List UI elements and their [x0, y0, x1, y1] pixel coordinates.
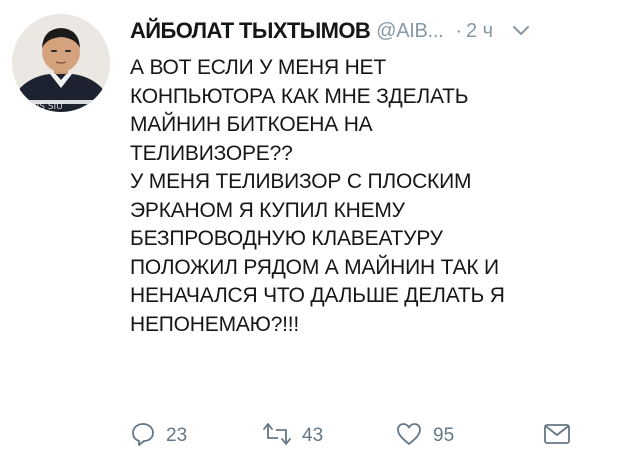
envelope-icon [542, 422, 572, 451]
svg-text:UIS SIU: UIS SIU [30, 102, 63, 112]
reply-count: 23 [166, 425, 188, 446]
avatar-photo: UIS SIU [12, 14, 110, 112]
tweet-text-line: МАЙНИН БИТКОЕНА НА [130, 113, 373, 136]
tweet-header: АЙБОЛАТ ТЫХТЫМОВ @AIB... · 2 ч [130, 16, 620, 46]
tweet-text-line: БЕЗПРОВОДНУЮ КЛАВЕАТУРУ [130, 227, 443, 250]
reply-button[interactable]: 23 [130, 421, 187, 452]
separator-dot: · [455, 19, 462, 42]
like-count: 95 [433, 425, 455, 446]
tweet-card: UIS SIU АЙБОЛАТ ТЫХТЫМОВ @AIB... · 2 ч А… [0, 0, 640, 470]
tweet-text-line: А ВОТ ЕСЛИ У МЕНЯ НЕТ [130, 56, 386, 79]
retweet-button[interactable]: 43 [262, 421, 323, 452]
heart-icon [395, 421, 423, 452]
tweet-text-line: НЕНАЧАЛСЯ ЧТО ДАЛЬШЕ ДЕЛАТЬ Я [130, 284, 505, 307]
author-display-name[interactable]: АЙБОЛАТ ТЫХТЫМОВ [130, 18, 371, 44]
direct-message-button[interactable] [542, 422, 572, 451]
author-handle[interactable]: @AIB... [376, 20, 443, 43]
reply-icon [130, 421, 156, 452]
avatar[interactable]: UIS SIU [12, 14, 110, 112]
tweet-text-line: ПОЛОЖИЛ РЯДОМ А МАЙНИН ТАК И [130, 255, 499, 279]
tweet-text-line: КОНПЬЮТОРА КАК МНЕ ЗДЕЛАТЬ [130, 84, 469, 108]
tweet-text-line: ЭРКАНОМ Я КУПИЛ КНЕМУ [130, 198, 405, 222]
tweet-text: А ВОТ ЕСЛИ У МЕНЯ НЕТ КОНПЬЮТОРА КАК МНЕ… [130, 54, 625, 339]
tweet-text-line: НЕПОНЕМАЮ?!!! [130, 312, 300, 336]
tweet-text-line: У МЕНЯ ТЕЛИВИЗОР С ПЛОСКИМ [130, 170, 472, 193]
tweet-text-line: ТЕЛИВИЗОРЕ?? [130, 141, 293, 165]
retweet-count: 43 [302, 425, 324, 446]
like-button[interactable]: 95 [395, 421, 454, 452]
tweet-actions: 23 43 95 [130, 421, 610, 451]
tweet-timestamp[interactable]: 2 ч [466, 20, 493, 43]
chevron-down-icon[interactable] [511, 24, 531, 38]
retweet-icon [262, 421, 292, 452]
